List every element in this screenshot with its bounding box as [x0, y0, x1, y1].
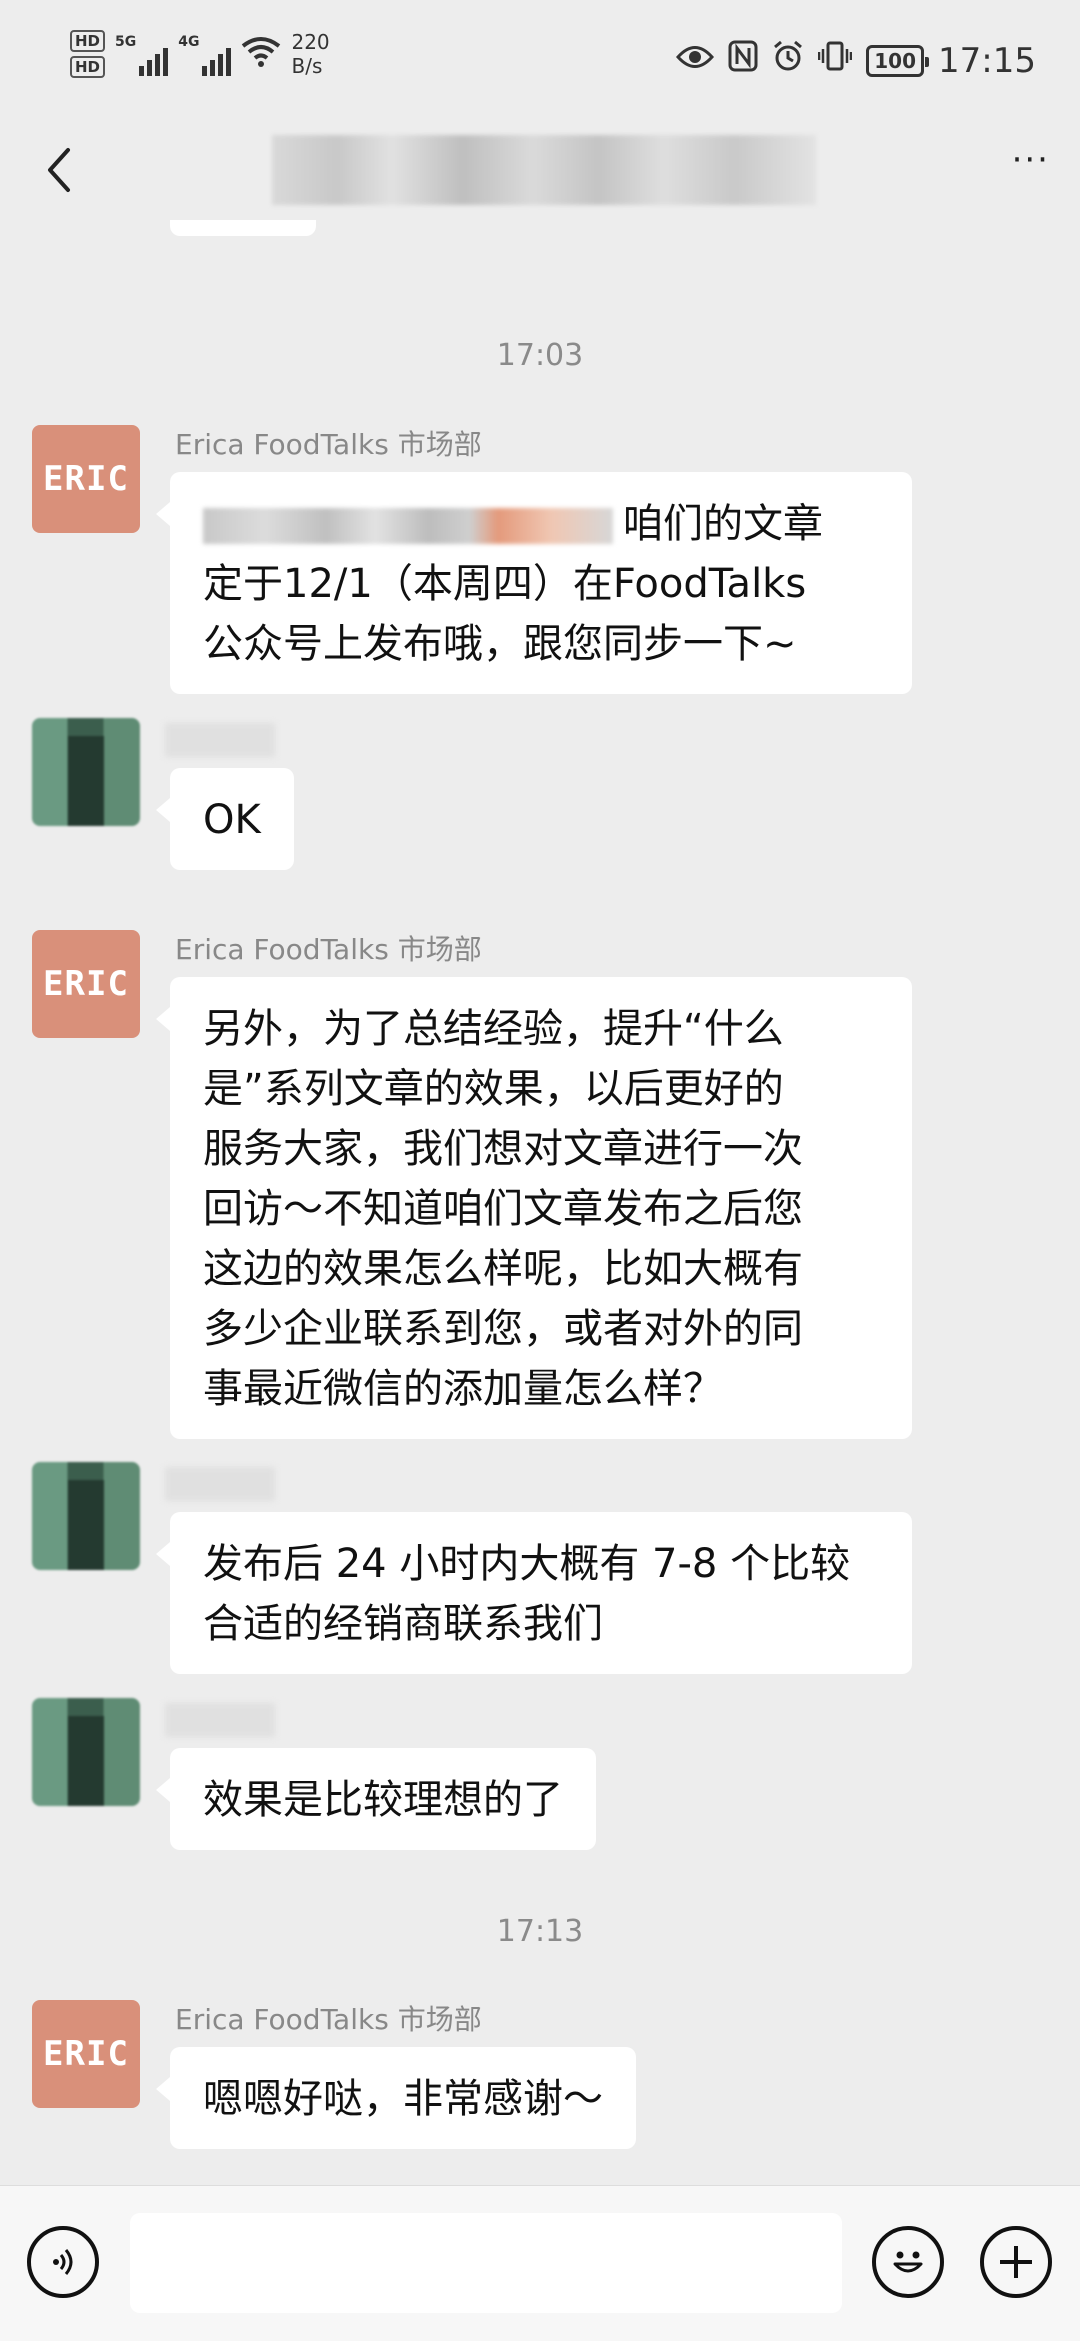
plus-icon — [1000, 2246, 1032, 2278]
status-bar: HD HD 5G 4G 220 B/s 100 17:15 — [0, 0, 1080, 120]
message-bubble[interactable]: 发布后 24 小时内大概有 7-8 个比较 合适的经销商联系我们 — [156, 1512, 912, 1674]
sender-name-blurred — [165, 723, 275, 757]
network-speed: 220 B/s — [291, 30, 329, 78]
message-bubble[interactable]: 效果是比较理想的了 — [156, 1748, 596, 1850]
avatar-blurred[interactable] — [32, 1698, 140, 1806]
hd-badge-2: HD — [70, 56, 106, 78]
timestamp: 17:03 — [496, 338, 584, 373]
more-options-button[interactable]: ··· — [1012, 140, 1050, 180]
wifi-icon — [241, 36, 281, 77]
hd-badge-1: HD — [70, 30, 106, 52]
net-label-1: 5G — [115, 34, 137, 50]
message-bubble[interactable]: 另外，为了总结经验，提升“什么 是”系列文章的效果，以后更好的 服务大家，我们想… — [156, 977, 912, 1439]
avatar-label: ERIC — [43, 2034, 129, 2074]
mention-blurred — [203, 508, 613, 544]
sender-name: Erica FoodTalks 市场部 — [175, 933, 482, 966]
status-right: 100 17:15 — [676, 40, 1036, 81]
avatar-eric[interactable]: ERIC — [32, 2000, 140, 2108]
emoji-button[interactable] — [872, 2226, 944, 2298]
sender-name: Erica FoodTalks 市场部 — [175, 2003, 482, 2036]
sender-name: Erica FoodTalks 市场部 — [175, 428, 482, 461]
message-list[interactable]: 谢谢 17:03 ERIC Erica FoodTalks 市场部 咱们的文章 … — [0, 220, 1080, 2185]
avatar-label: ERIC — [43, 459, 129, 499]
status-time: 17:15 — [938, 40, 1036, 81]
battery-icon: 100 — [866, 44, 929, 77]
net-label-2: 4G — [178, 34, 200, 50]
add-button[interactable] — [980, 2226, 1052, 2298]
speed-value: 220 — [291, 30, 330, 54]
vibrate-icon — [818, 40, 853, 81]
nfc-icon — [728, 40, 758, 81]
avatar-label: ERIC — [43, 964, 129, 1004]
message-bubble[interactable]: 嗯嗯好哒，非常感谢～ — [156, 2047, 636, 2149]
emoji-icon — [893, 2251, 923, 2273]
chevron-left-icon — [48, 148, 70, 192]
chat-title-blurred — [272, 135, 816, 205]
signal-5g-icon: 5G — [115, 34, 169, 76]
sender-name-blurred — [165, 1703, 275, 1737]
signal-4g-icon: 4G — [178, 34, 232, 76]
eye-icon — [676, 43, 715, 79]
avatar-blurred[interactable] — [32, 1462, 140, 1570]
message-input[interactable] — [130, 2213, 842, 2313]
message-bubble[interactable]: OK — [156, 768, 294, 870]
voice-button[interactable] — [27, 2226, 99, 2298]
back-button[interactable] — [34, 140, 94, 200]
voice-icon — [53, 2249, 73, 2275]
input-bar — [0, 2185, 1080, 2341]
avatar-blurred[interactable] — [32, 718, 140, 826]
message-bubble[interactable]: 谢谢 — [170, 220, 316, 236]
avatar-eric[interactable]: ERIC — [32, 930, 140, 1038]
message-bubble[interactable]: 咱们的文章 定于12/1（本周四）在FoodTalks 公众号上发布哦，跟您同步… — [156, 472, 912, 694]
hd-indicators: HD HD — [70, 30, 106, 78]
alarm-icon — [772, 40, 804, 81]
speed-unit: B/s — [291, 54, 323, 78]
status-left: HD HD 5G 4G 220 B/s — [70, 30, 330, 78]
avatar-eric[interactable]: ERIC — [32, 425, 140, 533]
sender-name-blurred — [165, 1467, 275, 1501]
timestamp: 17:13 — [496, 1914, 584, 1949]
